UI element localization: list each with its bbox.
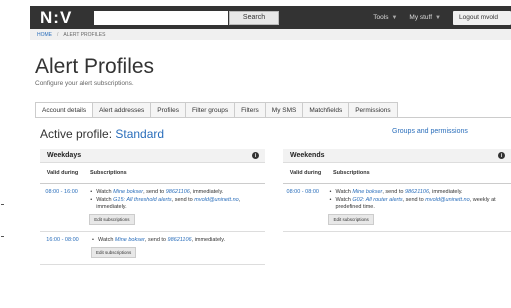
subscriptions-header: Subscriptions [90,170,127,176]
text: Watch [98,237,115,243]
tab-matchfields[interactable]: Matchfields [303,102,350,118]
table-row: 08:00 - 16:00 Watch Mine bokser, send to… [40,184,265,232]
breadcrumb-separator: / [57,31,59,38]
address-link[interactable]: 98621106 [166,189,190,195]
chevron-down-icon: ▼ [391,14,398,21]
active-profile-name[interactable]: Standard [115,127,164,141]
time-range[interactable]: 16:00 - 08:00 [40,237,85,258]
tab-bar: Account details Alert addresses Profiles… [35,102,398,118]
nav-logo[interactable]: N:V [30,8,94,28]
subscription-cell: Watch Mine bokser, send to 98621106, imm… [83,189,265,225]
search-button[interactable]: Search [229,10,279,25]
edge-mark [1,204,4,205]
groups-permissions-link[interactable]: Groups and permissions [392,128,468,135]
tab-divider [35,117,511,118]
filter-link[interactable]: G02: All router alerts [352,197,402,203]
tab-filters[interactable]: Filters [235,102,266,118]
list-item: Watch Mine bokser, send to 98621106, imm… [328,189,511,197]
table-header: Valid during Subscriptions [283,163,511,184]
text: Watch [335,189,353,195]
panel-header: Weekends i [283,149,511,163]
text: , send to [144,237,168,243]
subscription-cell: Watch Mine bokser, send to 98621106, imm… [85,237,225,258]
top-navbar: N:V Search Tools ▼ My stuff ▼ Logout mvo… [30,6,511,29]
text: , immediately. [191,237,226,243]
tab-filter-groups[interactable]: Filter groups [185,102,236,118]
nav-right: Tools ▼ My stuff ▼ Logout mvold [373,10,511,25]
tools-label: Tools [373,14,389,21]
address-link[interactable]: mvold@uninett.no [425,197,469,203]
text: , send to [402,196,426,203]
logout-button[interactable]: Logout mvold [453,10,511,25]
filter-link[interactable]: Mine bokser [115,237,145,243]
filter-link[interactable]: G15: All threshold alerts [113,197,172,203]
list-item: Watch Mine bokser, send to 98621106, imm… [91,237,225,245]
chevron-down-icon: ▼ [435,14,441,21]
filter-link[interactable]: Mine bokser [352,189,382,195]
active-profile-heading: Active profile: Standard [40,127,164,141]
list-item: Watch G02: All router alerts, send to mv… [328,197,511,212]
text: , send to [171,196,195,203]
page-subtitle: Configure your alert subscriptions. [35,80,134,87]
tab-profiles[interactable]: Profiles [151,102,186,118]
breadcrumb: HOME / ALERT PROFILES [30,29,511,40]
table-row: 08:00 - 08:00 Watch Mine bokser, send to… [283,184,511,232]
filter-link[interactable]: Mine bokser [113,189,143,195]
address-link[interactable]: mvold@uninett.no [194,197,238,203]
list-item: Watch Mine bokser, send to 98621106, imm… [89,189,265,197]
time-range[interactable]: 08:00 - 16:00 [40,189,83,225]
tab-account-details[interactable]: Account details [35,102,94,118]
text: , immediately. [189,189,224,195]
subscriptions-header: Subscriptions [333,170,370,176]
time-range[interactable]: 08:00 - 08:00 [283,189,322,225]
valid-during-header: Valid during [46,169,79,176]
edit-subscriptions-button[interactable]: Edit subscriptions [328,213,374,225]
text: , immediately. [429,189,463,195]
text: Watch [335,196,353,203]
list-item: Watch G15: All threshold alerts, send to… [89,197,265,212]
info-icon[interactable]: i [252,152,259,159]
search-input[interactable] [94,10,228,25]
my-stuff-label: My stuff [409,14,433,21]
text: , send to [143,189,166,195]
weekdays-title: Weekdays [47,152,82,159]
weekdays-panel: Weekdays i Valid during Subscriptions 08… [40,149,265,265]
text: Watch [96,189,114,195]
text: Watch [96,196,114,203]
breadcrumb-current: ALERT PROFILES [63,31,106,38]
table-row: 16:00 - 08:00 Watch Mine bokser, send to… [40,232,265,265]
my-stuff-menu[interactable]: My stuff ▼ [409,14,441,21]
tab-permissions[interactable]: Permissions [349,102,398,118]
text: , send to [382,189,405,195]
breadcrumb-home[interactable]: HOME [37,32,52,38]
active-profile-label: Active profile: [40,127,113,141]
weekends-panel: Weekends i Valid during Subscriptions 08… [283,149,511,232]
info-icon[interactable]: i [498,152,505,159]
valid-during-header: Valid during [289,169,322,176]
edit-subscriptions-button[interactable]: Edit subscriptions [89,213,135,225]
table-header: Valid during Subscriptions [40,163,265,184]
address-link[interactable]: 98621106 [168,237,192,243]
tab-alert-addresses[interactable]: Alert addresses [93,102,152,118]
subscription-cell: Watch Mine bokser, send to 98621106, imm… [322,189,511,225]
edit-subscriptions-button[interactable]: Edit subscriptions [91,246,137,258]
weekends-title: Weekends [290,152,325,159]
edge-mark [1,236,4,237]
panel-header: Weekdays i [40,149,265,163]
page-title: Alert Profiles [35,55,155,78]
tab-my-sms[interactable]: My SMS [265,102,304,118]
tools-menu[interactable]: Tools ▼ [373,14,397,21]
address-link[interactable]: 98621106 [405,189,429,195]
